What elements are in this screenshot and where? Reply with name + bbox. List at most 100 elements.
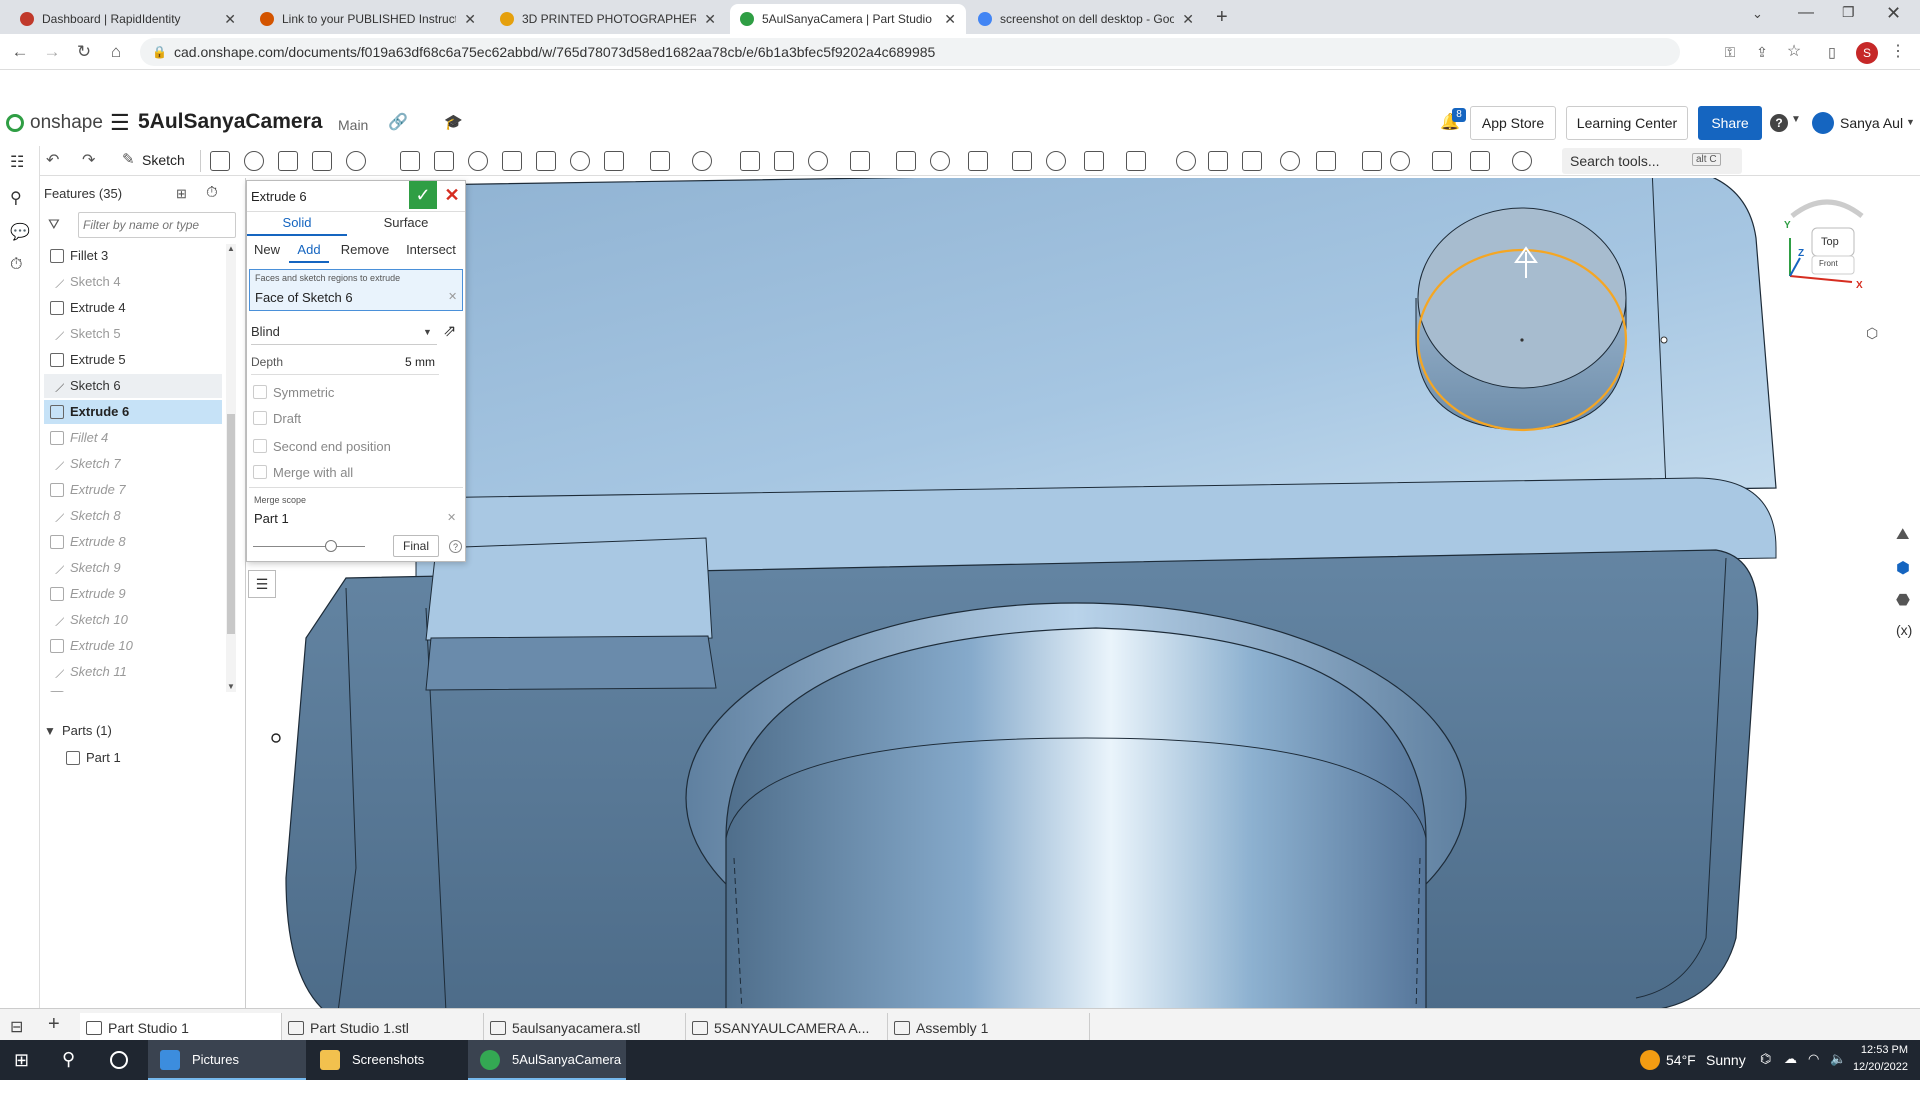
model-canvas[interactable] <box>246 178 1890 1012</box>
feature-item[interactable]: Sketch 8 <box>44 504 222 528</box>
feature-list-toggle-icon[interactable]: ☰ <box>248 570 276 598</box>
sketch-button[interactable]: Sketch <box>142 152 185 168</box>
clear-merge-scope-icon[interactable]: ✕ <box>447 511 456 524</box>
sidepanel-icon[interactable]: ▯ <box>1820 40 1844 64</box>
parts-panel-icon[interactable]: ⬢ <box>1896 558 1910 578</box>
scroll-up-arrow-icon[interactable]: ▲ <box>227 244 235 253</box>
modify-tool-icon[interactable] <box>808 151 828 171</box>
rib-tool-icon[interactable] <box>502 151 522 171</box>
loft-tool-icon[interactable] <box>312 151 332 171</box>
view-options-cube-icon[interactable]: ⬡ <box>1866 325 1878 342</box>
view-cube-top-label[interactable]: Top <box>1821 236 1839 248</box>
variable-tool-icon[interactable] <box>1208 151 1228 171</box>
volume-icon[interactable]: 🔈 <box>1830 1051 1846 1067</box>
main-menu-icon[interactable]: ☰ <box>110 110 130 136</box>
browser-tab[interactable]: 3D PRINTED PHOTOGRAPHER TR ✕ <box>490 4 726 34</box>
history-clock-icon[interactable]: ⏱ <box>10 256 22 274</box>
restore-button[interactable]: ❐ <box>1842 4 1855 21</box>
graphics-viewport[interactable]: Top Front Y X Z ⬡ ☰ <box>246 178 1890 1012</box>
option-checkbox-row[interactable]: Symmetric <box>253 383 453 403</box>
model-lens-cylinder[interactable] <box>725 627 1427 1012</box>
feature-item[interactable]: Fillet 4 <box>44 426 222 450</box>
option-checkbox[interactable] <box>253 465 267 479</box>
parts-header[interactable]: Parts (1) <box>62 723 112 738</box>
weather-desc[interactable]: Sunny <box>1706 1052 1746 1068</box>
final-button[interactable]: Final <box>393 535 439 557</box>
measure-tool-icon[interactable] <box>1242 151 1262 171</box>
operation-add[interactable]: Add <box>289 239 329 263</box>
filter-funnel-icon[interactable]: ⛛ <box>48 216 60 233</box>
view-cube[interactable]: Top Front Y X Z <box>1772 196 1882 316</box>
sweep-tool-icon[interactable] <box>278 151 298 171</box>
wifi-icon[interactable]: ◠ <box>1808 1051 1819 1067</box>
feature-item[interactable]: Sketch 11 <box>44 660 222 684</box>
flip-direction-icon[interactable]: ⇗ <box>443 321 456 341</box>
draft-tool-icon[interactable] <box>468 151 488 171</box>
branch-label[interactable]: Main <box>338 117 368 133</box>
option-checkbox-row[interactable]: Draft <box>253 409 453 429</box>
share-page-icon[interactable]: ⇪ <box>1750 40 1774 64</box>
search-icon[interactable]: ⚲ <box>62 1049 75 1070</box>
feature-item[interactable]: Extrude 8 <box>44 530 222 554</box>
operation-remove[interactable]: Remove <box>333 239 397 263</box>
chamfer-tool-icon[interactable] <box>434 151 454 171</box>
sketch-pencil-icon[interactable]: ✎ <box>122 150 135 168</box>
tab-solid[interactable]: Solid <box>247 212 347 236</box>
share-button[interactable]: Share <box>1698 106 1762 140</box>
learning-center-button[interactable]: Learning Center <box>1566 106 1688 140</box>
help-icon[interactable]: ? <box>1770 114 1788 132</box>
windows-start-icon[interactable]: ⊞ <box>14 1050 29 1071</box>
scrollbar-thumb[interactable] <box>227 414 235 634</box>
operation-new[interactable]: New <box>247 239 287 263</box>
user-avatar-icon[interactable] <box>1812 112 1834 134</box>
tab-close-icon[interactable]: ✕ <box>944 11 956 28</box>
forward-button[interactable]: → <box>40 40 64 64</box>
dialog-help-icon[interactable]: ? <box>449 540 462 553</box>
document-tab[interactable]: Part Studio 1 <box>80 1013 282 1043</box>
weather-temp[interactable]: 54°F <box>1666 1052 1696 1068</box>
profile-avatar[interactable]: S <box>1856 42 1878 64</box>
user-name[interactable]: Sanya Aul <box>1840 115 1903 131</box>
minimize-button[interactable]: — <box>1798 4 1814 22</box>
tab-close-icon[interactable]: ✕ <box>704 11 716 28</box>
taskbar-app[interactable]: 5AulSanyaCamera |... <box>468 1040 626 1107</box>
option-checkbox[interactable] <box>253 385 267 399</box>
feature-item[interactable]: Sketch 10 <box>44 608 222 632</box>
search-tools-field[interactable]: Search tools... alt C <box>1562 148 1742 174</box>
rollback-slider-handle[interactable] <box>325 540 337 552</box>
tab-close-icon[interactable]: ✕ <box>224 11 236 28</box>
tab-search-icon[interactable]: ⌄ <box>1752 6 1763 22</box>
document-title[interactable]: 5AulSanyaCamera <box>138 110 322 134</box>
redo-icon[interactable]: ↷ <box>82 150 95 170</box>
fillet-tool-icon[interactable] <box>400 151 420 171</box>
revolve-tool-icon[interactable] <box>244 151 264 171</box>
replace-tool-icon[interactable] <box>930 151 950 171</box>
clear-selection-icon[interactable]: ✕ <box>448 290 457 303</box>
appearance-panel-icon[interactable]: ⛰ <box>1896 526 1909 544</box>
document-tab[interactable]: 5aulsanyacamera.stl <box>484 1013 686 1043</box>
key-icon[interactable]: ⚿ <box>1718 40 1742 64</box>
taskbar-app[interactable]: Pictures <box>148 1040 306 1080</box>
home-icon[interactable]: ⌂ <box>104 40 128 64</box>
rollback-slider-track[interactable] <box>253 546 365 547</box>
feature-item[interactable]: Extrude 7 <box>44 478 222 502</box>
feature-list-icon[interactable]: ☷ <box>10 152 24 172</box>
user-dropdown-icon[interactable]: ▼ <box>1906 117 1915 127</box>
delete-tool-icon[interactable] <box>850 151 870 171</box>
point-tool-icon[interactable] <box>1512 151 1532 171</box>
help-dropdown-icon[interactable]: ▼ <box>1791 114 1801 125</box>
taskbar-app[interactable]: Screenshots <box>308 1040 466 1080</box>
rollback-clock-icon[interactable]: ⏱ <box>206 184 218 201</box>
shell-tool-icon[interactable] <box>536 151 556 171</box>
option-checkbox[interactable] <box>253 439 267 453</box>
plane-tool-icon[interactable] <box>1126 151 1146 171</box>
undo-icon[interactable]: ↶ <box>46 150 59 170</box>
weather-sun-icon[interactable] <box>1640 1050 1660 1070</box>
mate-tool-icon[interactable] <box>1176 151 1196 171</box>
wrap-tool-icon[interactable] <box>1012 151 1032 171</box>
browser-tab[interactable]: 5AulSanyaCamera | Part Studio 1 ✕ <box>730 4 966 34</box>
browser-tab[interactable]: Dashboard | RapidIdentity ✕ <box>10 4 246 34</box>
feature-item[interactable]: Extrude 5 <box>44 348 222 372</box>
variables-panel-icon[interactable]: (x) <box>1896 622 1912 638</box>
pattern-tool-icon[interactable] <box>692 151 712 171</box>
